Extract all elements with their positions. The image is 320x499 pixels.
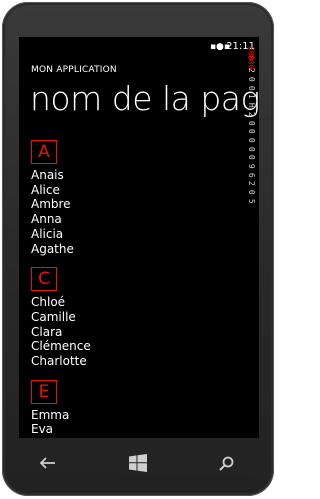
counter-value: 6 <box>246 172 256 178</box>
counter-value: 9 <box>246 163 256 169</box>
list-item[interactable]: Anais <box>31 168 233 183</box>
frame-rate-counter: 000 000 2 0 0 1 H 2 0 0 0 0 0 9 6 2 0 5 <box>243 46 257 205</box>
counter-value: 2 <box>246 68 256 74</box>
group-a: A Anais Alice Ambre Anna Alicia Agathe <box>31 140 233 256</box>
counter-value: 0 <box>246 137 256 143</box>
list-item[interactable]: Anna <box>31 212 233 227</box>
list-item[interactable]: Chloé <box>31 295 233 310</box>
start-button[interactable] <box>118 448 158 478</box>
page-title: nom de la page <box>30 79 259 118</box>
group-header-tile[interactable]: E <box>31 379 57 404</box>
group-header-tile[interactable]: C <box>31 267 57 292</box>
list-item[interactable]: Clémence <box>31 339 233 354</box>
list-item[interactable]: Camille <box>31 310 233 325</box>
group-c: C Chloé Camille Clara Clémence Charlotte <box>31 267 233 369</box>
back-button[interactable] <box>28 448 68 478</box>
counter-value: 0 <box>246 155 256 161</box>
search-icon <box>218 456 233 471</box>
counter-value: H <box>246 103 256 108</box>
app-title: MON APPLICATION <box>31 65 117 75</box>
counter-value: 0 <box>246 76 256 82</box>
list-item[interactable]: Clara <box>31 325 233 340</box>
list-item[interactable]: Alice <box>31 183 233 198</box>
group-header-tile[interactable]: A <box>31 140 57 164</box>
counter-value: 0 <box>246 120 256 126</box>
hardware-nav-bar <box>2 448 274 478</box>
counter-value: 5 <box>246 198 256 204</box>
list-item[interactable]: Emma <box>31 408 233 423</box>
back-arrow-icon <box>40 457 55 469</box>
group-e: E Emma Eva <box>31 379 233 437</box>
screen: ▪●▪ 21:11 MON APPLICATION nom de la page… <box>19 37 259 438</box>
list-item[interactable]: Ambre <box>31 197 233 212</box>
counter-value: 0 <box>246 129 256 134</box>
phone-frame: ▪●▪ 21:11 MON APPLICATION nom de la page… <box>2 2 274 496</box>
list-item[interactable]: Alicia <box>31 227 233 242</box>
search-button[interactable] <box>206 448 246 478</box>
counter-value: 1 <box>246 94 256 100</box>
list-item[interactable]: Charlotte <box>31 354 233 369</box>
grouped-list: A Anais Alice Ambre Anna Alicia Agathe C Chloé Ca… <box>31 140 233 438</box>
counter-value: 0 <box>246 189 256 195</box>
counter-value: 2 <box>246 111 256 117</box>
list-item[interactable]: Agathe <box>31 242 233 257</box>
counter-value: 0 <box>246 146 256 152</box>
windows-start-icon <box>129 454 147 472</box>
counter-value: 2 <box>246 181 256 187</box>
status-bar: ▪●▪ 21:11 <box>19 37 259 57</box>
counter-value: 0 <box>246 85 256 91</box>
list-item[interactable]: Eva <box>31 422 233 437</box>
